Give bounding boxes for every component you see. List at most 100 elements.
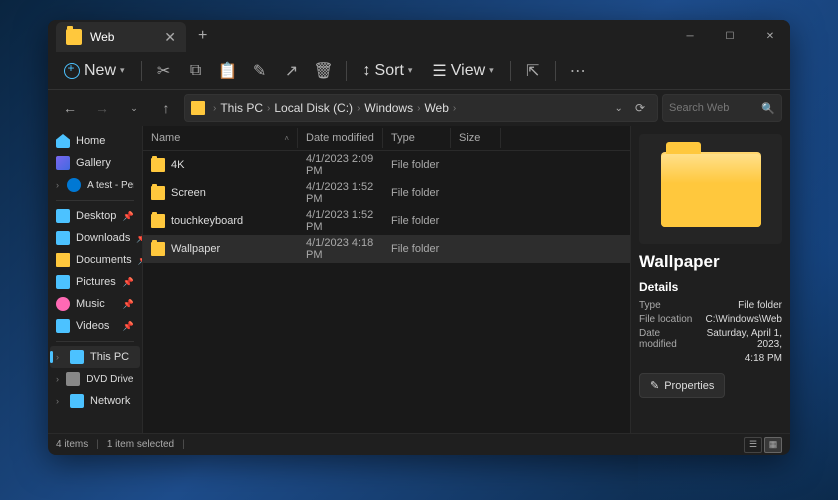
pencil-icon: ✎ bbox=[650, 379, 659, 392]
chevron-right-icon: › bbox=[213, 103, 216, 114]
col-date[interactable]: Date modified bbox=[298, 128, 383, 148]
separator bbox=[555, 61, 556, 81]
detail-date: Date modified Saturday, April 1, 2023, bbox=[639, 328, 782, 350]
chevron-right-icon: › bbox=[267, 103, 270, 114]
delete-icon[interactable]: 🗑 bbox=[310, 57, 338, 85]
forward-button[interactable]: → bbox=[88, 94, 116, 122]
downloads-icon bbox=[56, 231, 70, 245]
documents-icon bbox=[56, 253, 70, 267]
bc-disk[interactable]: Local Disk (C:) bbox=[274, 101, 353, 115]
sidebar-dvd[interactable]: ›DVD Drive (D:) CCC bbox=[50, 368, 140, 390]
new-button[interactable]: New ▾ bbox=[56, 58, 133, 84]
detail-location: File location C:\Windows\Web bbox=[639, 314, 782, 325]
extract-icon[interactable]: ⇱ bbox=[519, 57, 547, 85]
bc-web[interactable]: Web bbox=[424, 101, 448, 115]
chevron-right-icon: › bbox=[453, 103, 456, 114]
pin-icon: 📌 bbox=[123, 211, 134, 222]
share-icon[interactable]: ↗ bbox=[278, 57, 306, 85]
titlebar: Web ✕ + ─ ☐ ✕ bbox=[48, 20, 790, 52]
bc-windows[interactable]: Windows bbox=[364, 101, 413, 115]
sidebar: Home Gallery ›A test - Personal Desktop📌… bbox=[48, 126, 143, 433]
folder-icon bbox=[66, 29, 82, 45]
copy-icon[interactable]: ⧉ bbox=[182, 57, 210, 85]
separator bbox=[56, 341, 134, 342]
table-row[interactable]: touchkeyboard 4/1/2023 1:52 PM File fold… bbox=[143, 207, 630, 235]
pin-icon: 📌 bbox=[123, 277, 134, 288]
sidebar-pictures[interactable]: Pictures📌 bbox=[50, 271, 140, 293]
folder-icon bbox=[151, 186, 165, 200]
close-tab-icon[interactable]: ✕ bbox=[164, 29, 176, 46]
table-row[interactable]: Screen 4/1/2023 1:52 PM File folder bbox=[143, 179, 630, 207]
col-size[interactable]: Size bbox=[451, 128, 501, 148]
cut-icon[interactable]: ✂ bbox=[150, 57, 178, 85]
sort-asc-icon: ˄ bbox=[284, 134, 289, 143]
close-button[interactable]: ✕ bbox=[750, 20, 790, 52]
recent-dropdown[interactable]: ⌄ bbox=[120, 94, 148, 122]
folder-icon bbox=[151, 242, 165, 256]
details-header: Details bbox=[639, 280, 782, 294]
separator bbox=[56, 200, 134, 201]
pin-icon: 📌 bbox=[136, 233, 143, 244]
pin-icon: 📌 bbox=[123, 321, 134, 332]
maximize-button[interactable]: ☐ bbox=[710, 20, 750, 52]
sidebar-network[interactable]: ›Network bbox=[50, 390, 140, 412]
rename-icon[interactable]: ✎ bbox=[246, 57, 274, 85]
bc-thispc[interactable]: This PC bbox=[220, 101, 263, 115]
details-pane: Wallpaper Details Type File folder File … bbox=[630, 126, 790, 433]
paste-icon[interactable]: 📋 bbox=[214, 57, 242, 85]
sidebar-atest[interactable]: ›A test - Personal bbox=[50, 174, 140, 196]
col-type[interactable]: Type bbox=[383, 128, 451, 148]
home-icon bbox=[56, 134, 70, 148]
details-view-button[interactable]: ☰ bbox=[744, 437, 762, 453]
folder-icon bbox=[151, 214, 165, 228]
more-icon[interactable]: ⋯ bbox=[564, 57, 592, 85]
table-row[interactable]: Wallpaper 4/1/2023 4:18 PM File folder bbox=[143, 235, 630, 263]
refresh-button[interactable]: ⟳ bbox=[629, 101, 651, 115]
toolbar: New ▾ ✂ ⧉ 📋 ✎ ↗ 🗑 ↕ Sort ▾ ☰ View ▾ ⇱ ⋯ bbox=[48, 52, 790, 90]
sidebar-downloads[interactable]: Downloads📌 bbox=[50, 227, 140, 249]
properties-button[interactable]: ✎ Properties bbox=[639, 373, 725, 398]
up-button[interactable]: ↑ bbox=[152, 94, 180, 122]
minimize-button[interactable]: ─ bbox=[670, 20, 710, 52]
navbar: ← → ⌄ ↑ › This PC › Local Disk (C:) › Wi… bbox=[48, 90, 790, 126]
column-headers: Name˄ Date modified Type Size bbox=[143, 126, 630, 151]
add-tab-button[interactable]: + bbox=[198, 27, 207, 45]
searchbox[interactable]: 🔍 bbox=[662, 94, 782, 122]
drive-icon bbox=[66, 372, 80, 386]
network-icon bbox=[70, 394, 84, 408]
sidebar-desktop[interactable]: Desktop📌 bbox=[50, 205, 140, 227]
chevron-right-icon: › bbox=[56, 374, 60, 384]
sidebar-home[interactable]: Home bbox=[50, 130, 140, 152]
icons-view-button[interactable]: ▦ bbox=[764, 437, 782, 453]
view-toggle: ☰ ▦ bbox=[744, 437, 782, 453]
chevron-right-icon: › bbox=[56, 180, 61, 190]
chevron-down-icon: ▾ bbox=[408, 65, 413, 76]
col-name[interactable]: Name˄ bbox=[143, 128, 298, 148]
search-icon[interactable]: 🔍 bbox=[761, 102, 775, 115]
chevron-down-icon: ▾ bbox=[120, 65, 125, 76]
item-count: 4 items bbox=[56, 439, 88, 450]
sidebar-gallery[interactable]: Gallery bbox=[50, 152, 140, 174]
selected-count: 1 item selected bbox=[107, 439, 174, 450]
search-input[interactable] bbox=[669, 102, 761, 114]
sort-label: Sort bbox=[375, 62, 404, 80]
sidebar-documents[interactable]: Documents📌 bbox=[50, 249, 140, 271]
chevron-right-icon: › bbox=[56, 396, 64, 406]
sort-button[interactable]: ↕ Sort ▾ bbox=[355, 58, 421, 84]
explorer-window: Web ✕ + ─ ☐ ✕ New ▾ ✂ ⧉ 📋 ✎ ↗ 🗑 ↕ Sort ▾… bbox=[48, 20, 790, 455]
breadcrumb[interactable]: › This PC › Local Disk (C:) › Windows › … bbox=[184, 94, 658, 122]
sidebar-thispc[interactable]: ›This PC bbox=[50, 346, 140, 368]
view-button[interactable]: ☰ View ▾ bbox=[424, 57, 501, 85]
new-label: New bbox=[84, 62, 116, 80]
details-title: Wallpaper bbox=[639, 252, 782, 272]
desktop-icon bbox=[56, 209, 70, 223]
separator: | bbox=[182, 439, 185, 450]
breadcrumb-dropdown[interactable]: ⌄ bbox=[611, 103, 627, 114]
pictures-icon bbox=[56, 275, 70, 289]
sidebar-videos[interactable]: Videos📌 bbox=[50, 315, 140, 337]
tab-web[interactable]: Web ✕ bbox=[56, 22, 186, 52]
sidebar-music[interactable]: Music📌 bbox=[50, 293, 140, 315]
table-row[interactable]: 4K 4/1/2023 2:09 PM File folder bbox=[143, 151, 630, 179]
back-button[interactable]: ← bbox=[56, 94, 84, 122]
separator bbox=[141, 61, 142, 81]
